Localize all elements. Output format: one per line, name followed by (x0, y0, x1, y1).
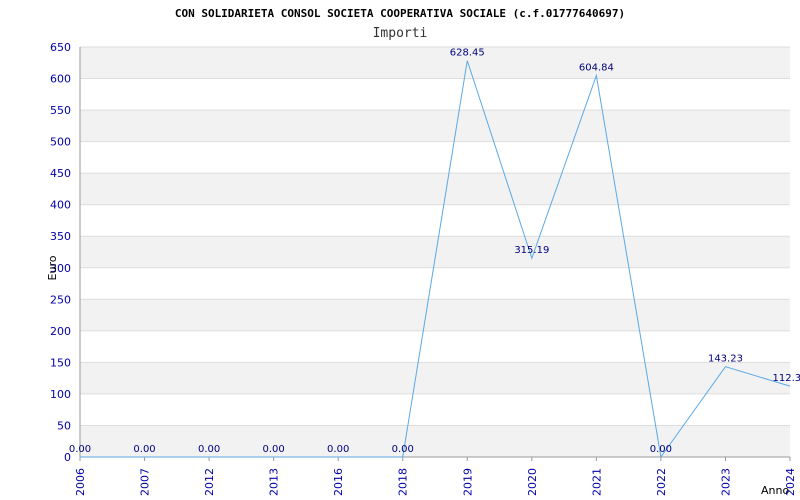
y-tick-label: 200 (50, 325, 71, 338)
x-tick-label: 2020 (526, 468, 539, 496)
grid-band (80, 236, 790, 268)
y-tick-label: 350 (50, 230, 71, 243)
data-label: 604.84 (579, 62, 614, 73)
data-label: 315.19 (514, 245, 549, 256)
chart-title: CON SOLIDARIETA CONSOL SOCIETA COOPERATI… (175, 7, 625, 20)
x-tick-label: 2007 (139, 468, 152, 496)
x-tick-label: 2019 (461, 468, 474, 496)
data-label: 0.00 (392, 444, 414, 455)
data-label: 0.00 (69, 444, 91, 455)
data-label: 112.31 (773, 373, 800, 384)
x-axis-label: Anno (761, 484, 789, 497)
data-label: 143.23 (708, 354, 743, 365)
x-axis-tick-labels: 2006 2007 2012 2013 2016 2018 2019 2020 2021 2022… (74, 457, 797, 496)
x-tick-label: 2013 (268, 468, 281, 496)
y-axis-label: Euro (46, 255, 59, 280)
grid-band (80, 425, 790, 457)
y-tick-label: 500 (50, 136, 71, 149)
y-tick-label: 50 (57, 419, 71, 432)
grid-band (80, 362, 790, 394)
y-tick-label: 650 (50, 41, 71, 54)
y-tick-label: 550 (50, 104, 71, 117)
grid-bands (80, 47, 790, 457)
grid-band (80, 110, 790, 142)
grid-band (80, 299, 790, 331)
data-label: 0.00 (133, 444, 155, 455)
y-tick-label: 600 (50, 73, 71, 86)
x-tick-label: 2006 (74, 468, 87, 496)
data-label: 0.00 (198, 444, 220, 455)
y-axis-tick-labels: 050100150200250300350400450500550600650 (50, 41, 71, 464)
data-label: 0.00 (263, 444, 285, 455)
y-tick-label: 100 (50, 388, 71, 401)
data-label: 0.00 (327, 444, 349, 455)
grid-band (80, 173, 790, 205)
grid-band (80, 47, 790, 79)
y-tick-label: 450 (50, 167, 71, 180)
y-tick-label: 150 (50, 356, 71, 369)
line-chart: CON SOLIDARIETA CONSOL SOCIETA COOPERATI… (46, 7, 800, 497)
x-tick-label: 2023 (719, 468, 732, 496)
chart-subtitle: Importi (373, 26, 428, 41)
x-tick-label: 2022 (655, 468, 668, 496)
y-tick-label: 400 (50, 199, 71, 212)
x-tick-label: 2016 (332, 468, 345, 496)
x-tick-label: 2012 (203, 468, 216, 496)
data-label: 0.00 (650, 444, 672, 455)
data-label: 628.45 (450, 48, 485, 59)
x-tick-label: 2018 (397, 468, 410, 496)
y-tick-label: 250 (50, 293, 71, 306)
x-tick-label: 2021 (590, 468, 603, 496)
